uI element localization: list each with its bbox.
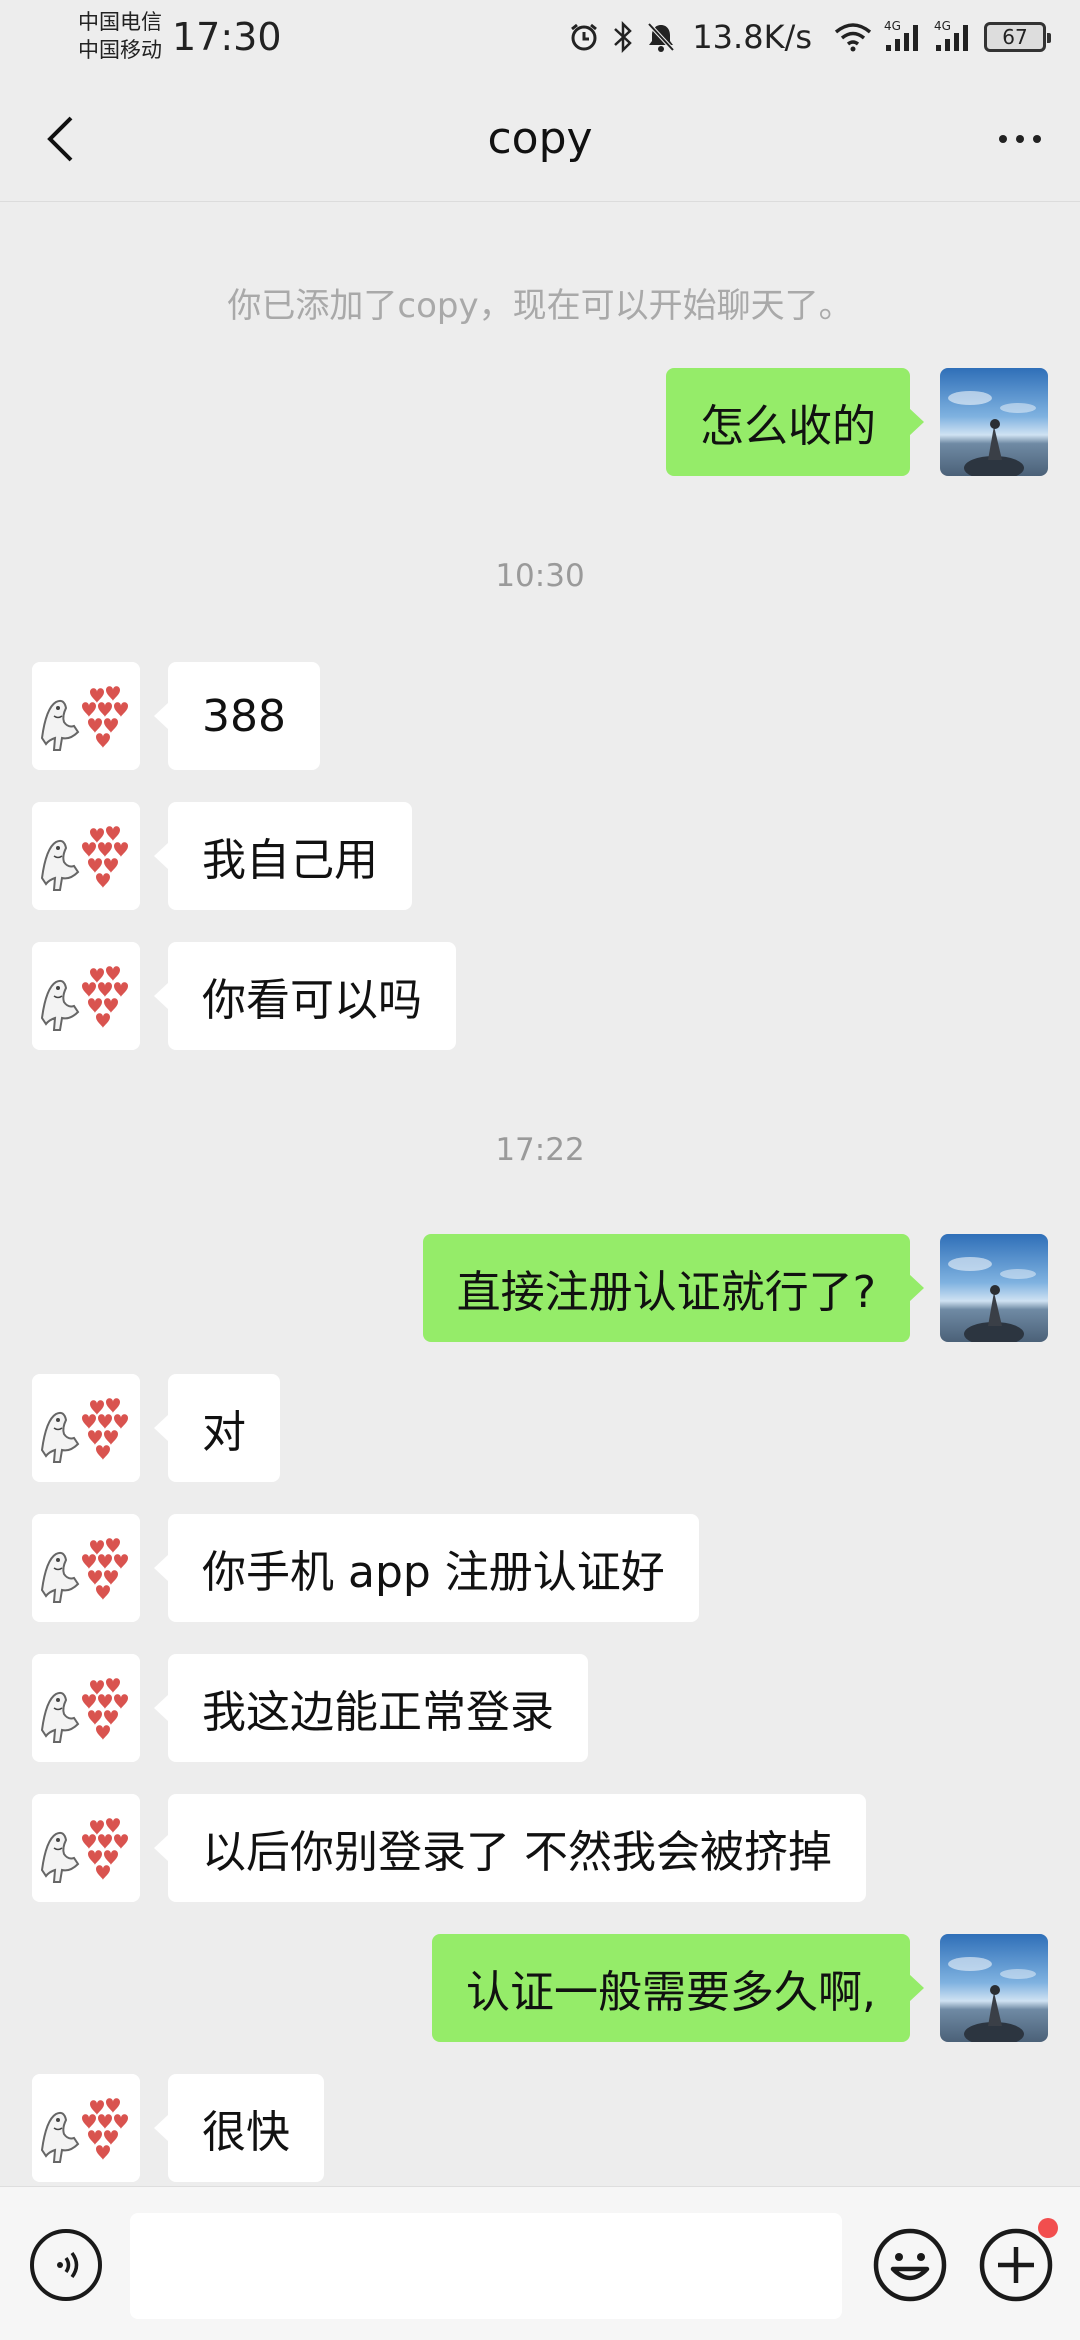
battery-level: 67 [1002,25,1028,49]
signal-icon: 4G [884,19,922,53]
more-dot-icon [999,135,1007,143]
net-speed: 13.8K/s [692,18,812,56]
message-bubble-self[interactable]: 怎么收的 [666,368,924,476]
signal-icon: 4G [934,19,972,53]
message-bubble-self[interactable]: 认证一般需要多久啊, [432,1934,924,2042]
carrier-info: 中国电信 中国移动 [78,8,162,64]
alarm-icon [568,21,600,53]
more-options-button[interactable] [980,106,1060,172]
message-bubble-other[interactable]: 你手机 app 注册认证好 [154,1514,699,1622]
contact-avatar[interactable] [32,2074,140,2182]
contact-avatar[interactable] [32,802,140,910]
message-bubble-self[interactable]: 直接注册认证就行了? [422,1234,925,1342]
contact-avatar[interactable] [32,1514,140,1622]
mute-icon [646,21,676,53]
more-dot-icon [1016,135,1024,143]
signal-1-label: 4G [884,19,901,33]
notification-dot [1038,2218,1058,2238]
timestamp: 17:22 [495,1132,585,1168]
system-note: 你已添加了copy，现在可以开始聊天了。 [227,286,853,326]
contact-avatar[interactable] [32,1794,140,1902]
signal-2-label: 4G [934,19,951,33]
plus-icon [979,2228,1053,2302]
contact-avatar[interactable] [32,1654,140,1762]
message-bubble-other[interactable]: 对 [154,1374,280,1482]
chat-header: copy [0,76,1080,202]
more-functions-button[interactable] [978,2227,1054,2303]
contact-avatar[interactable] [32,942,140,1050]
contact-avatar[interactable] [32,1374,140,1482]
message-bubble-other[interactable]: 388 [154,662,320,770]
emoji-icon [873,2228,947,2302]
message-bubble-other[interactable]: 我自己用 [154,802,412,910]
self-avatar[interactable] [940,368,1048,476]
message-bubble-other[interactable]: 以后你别登录了 不然我会被挤掉 [154,1794,866,1902]
message-bubble-other[interactable]: 很快 [154,2074,324,2182]
message-bubble-other[interactable]: 我这边能正常登录 [154,1654,588,1762]
page-title: copy [487,113,593,164]
emoji-button[interactable] [872,2227,948,2303]
status-icons: 13.8K/s 4G 4G 67 [568,14,1051,60]
carrier-1: 中国电信 [78,10,162,34]
bluetooth-icon [612,20,634,54]
wifi-icon [834,22,872,52]
message-input[interactable] [130,2213,842,2319]
message-list[interactable]: 你已添加了copy，现在可以开始聊天了。 怎么收的 10:30 388 我自己用… [0,202,1080,2186]
voice-button[interactable] [30,2229,102,2301]
voice-icon [57,2251,79,2279]
self-avatar[interactable] [940,1934,1048,2042]
contact-avatar[interactable] [32,662,140,770]
more-dot-icon [1033,135,1041,143]
self-avatar[interactable] [940,1234,1048,1342]
input-bar [0,2186,1080,2340]
status-time: 17:30 [172,15,282,59]
message-bubble-other[interactable]: 你看可以吗 [154,942,456,1050]
timestamp: 10:30 [495,558,585,594]
status-bar: 中国电信 中国移动 17:30 13.8K/s 4G 4G 67 [0,0,1080,76]
carrier-2: 中国移动 [78,38,162,62]
battery-icon: 67 [984,22,1051,52]
